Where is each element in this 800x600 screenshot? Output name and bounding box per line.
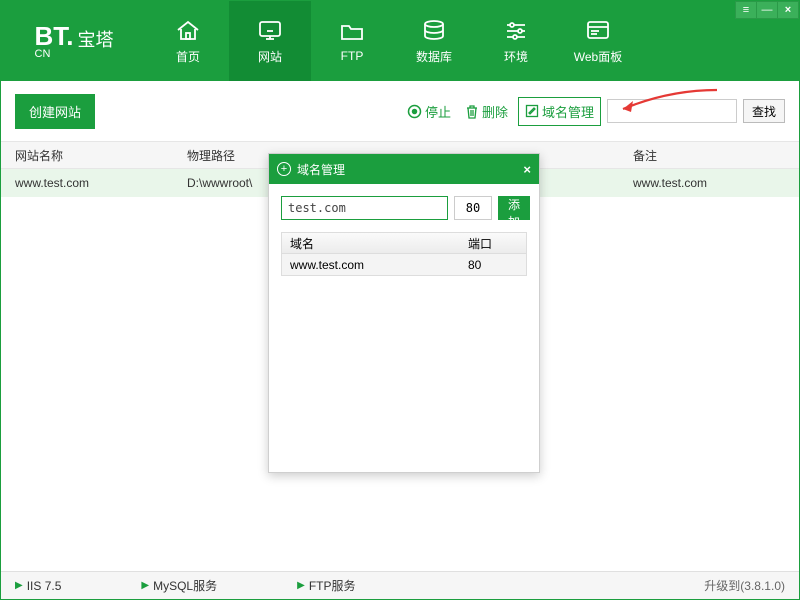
- minimize-button[interactable]: —: [756, 1, 778, 19]
- modal-cell-port: 80: [468, 258, 518, 272]
- logo-cn: CN: [35, 49, 74, 60]
- nav-database[interactable]: 数据库: [393, 1, 475, 81]
- create-website-button[interactable]: 创建网站: [15, 94, 95, 129]
- domain-mgmt-button[interactable]: 域名管理: [518, 97, 601, 126]
- modal-table-header: 域名 端口: [281, 232, 527, 254]
- app-header: BT. CN 宝塔 首页 网站 FTP 数据库 环境 Web面板: [1, 1, 799, 81]
- monitor-icon: [256, 18, 284, 42]
- menu-button[interactable]: ≡: [735, 1, 757, 19]
- status-ftp[interactable]: ▶FTP服务: [297, 577, 355, 594]
- nav-label: 首页: [176, 48, 200, 65]
- cell-remark: www.test.com: [633, 176, 785, 190]
- version-text: 升级到(3.8.1.0): [704, 577, 785, 594]
- search-button[interactable]: 查找: [743, 99, 785, 123]
- sliders-icon: [502, 18, 530, 42]
- home-icon: [174, 18, 202, 42]
- logo: BT. CN 宝塔: [1, 1, 147, 81]
- modal-titlebar[interactable]: + 域名管理 ×: [269, 154, 539, 184]
- status-iis[interactable]: ▶IIS 7.5: [15, 579, 61, 593]
- search-input[interactable]: [607, 99, 737, 123]
- delete-button[interactable]: 删除: [461, 98, 512, 125]
- modal-col-domain: 域名: [290, 235, 468, 252]
- play-icon: ▶: [15, 580, 23, 591]
- delete-label: 删除: [482, 102, 508, 121]
- nav-label: 环境: [504, 48, 528, 65]
- modal-close-button[interactable]: ×: [523, 162, 531, 177]
- col-remark-header: 备注: [633, 147, 785, 164]
- modal-body: 添加 域名 端口 www.test.com 80: [269, 184, 539, 288]
- modal-col-port: 端口: [468, 235, 518, 252]
- toolbar: 创建网站 停止 删除 域名管理 查找: [1, 81, 799, 141]
- modal-title-text: 域名管理: [297, 161, 345, 178]
- nav-label: FTP: [341, 49, 364, 63]
- modal-cell-domain: www.test.com: [290, 258, 468, 272]
- nav-label: Web面板: [574, 48, 622, 65]
- trash-icon: [465, 104, 479, 119]
- status-mysql[interactable]: ▶MySQL服务: [141, 577, 217, 594]
- play-icon: ▶: [141, 580, 149, 591]
- nav-website[interactable]: 网站: [229, 1, 311, 81]
- stop-label: 停止: [425, 102, 451, 121]
- nav-webpanel[interactable]: Web面板: [557, 1, 639, 81]
- window-controls: ≡ — ×: [736, 1, 799, 19]
- cell-name: www.test.com: [15, 176, 187, 190]
- port-input[interactable]: [454, 196, 492, 220]
- plus-icon: +: [277, 162, 291, 176]
- panel-icon: [584, 18, 612, 42]
- stop-icon: [407, 104, 422, 119]
- domain-input[interactable]: [281, 196, 448, 220]
- nav-ftp[interactable]: FTP: [311, 1, 393, 81]
- nav-label: 网站: [258, 48, 282, 65]
- edit-icon: [525, 104, 539, 118]
- domain-modal: + 域名管理 × 添加 域名 端口 www.test.com 80: [268, 153, 540, 473]
- logo-bt: BT.: [35, 23, 74, 49]
- modal-table-row[interactable]: www.test.com 80: [281, 254, 527, 276]
- domain-mgmt-label: 域名管理: [542, 102, 594, 121]
- logo-cn-label: 宝塔: [78, 31, 114, 51]
- close-button[interactable]: ×: [777, 1, 799, 19]
- status-bar: ▶IIS 7.5 ▶MySQL服务 ▶FTP服务 升级到(3.8.1.0): [1, 571, 799, 599]
- nav-label: 数据库: [416, 48, 452, 65]
- folder-icon: [338, 19, 366, 43]
- play-icon: ▶: [297, 580, 305, 591]
- top-nav: 首页 网站 FTP 数据库 环境 Web面板: [147, 1, 639, 81]
- nav-home[interactable]: 首页: [147, 1, 229, 81]
- col-name-header: 网站名称: [15, 147, 187, 164]
- stop-button[interactable]: 停止: [403, 98, 455, 125]
- database-icon: [420, 18, 448, 42]
- nav-environment[interactable]: 环境: [475, 1, 557, 81]
- add-button[interactable]: 添加: [498, 196, 530, 220]
